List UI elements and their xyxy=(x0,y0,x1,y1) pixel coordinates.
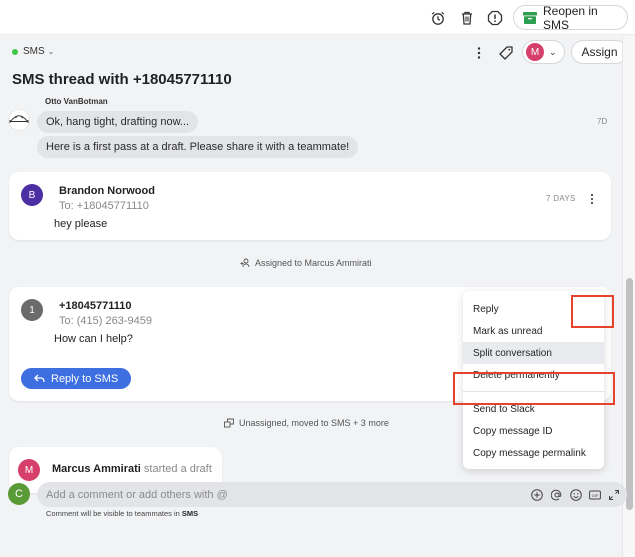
sender-avatar: B xyxy=(21,184,43,206)
scrollbar-track[interactable] xyxy=(622,36,635,557)
reopen-button[interactable]: Reopen in SMS xyxy=(513,3,628,32)
sender-avatar: 1 xyxy=(21,299,43,321)
message-body: hey please xyxy=(54,218,108,230)
page-title: SMS thread with +18045771110 xyxy=(12,71,232,88)
reply-label: Reply to SMS xyxy=(51,372,119,385)
menu-item-mark-unread[interactable]: Mark as unread xyxy=(463,320,604,342)
menu-item-split-conversation[interactable]: Split conversation xyxy=(463,342,604,364)
event-text: Assigned to Marcus Ammirati xyxy=(255,258,372,268)
status-event: Unassigned, moved to SMS + 3 more xyxy=(224,418,389,428)
composer-visibility-note: Comment will be visible to teammates in … xyxy=(46,509,198,518)
bot-avatar-icon xyxy=(8,109,30,131)
gif-button[interactable]: GIF xyxy=(588,488,601,501)
add-icon xyxy=(530,488,543,501)
note-channel: SMS xyxy=(181,509,199,518)
message-body: How can I help? xyxy=(54,333,133,345)
channel-selector[interactable]: SMS ⌄ xyxy=(12,46,54,57)
mention-icon xyxy=(550,489,561,500)
delete-button[interactable] xyxy=(456,7,478,29)
more-options-button[interactable] xyxy=(468,42,490,64)
add-attachment-button[interactable] xyxy=(530,488,543,501)
message-context-menu: Reply Mark as unread Split conversation … xyxy=(463,291,604,469)
note-text: Comment will be visible to teammates in xyxy=(46,509,180,518)
menu-item-reply[interactable]: Reply xyxy=(463,298,604,320)
tag-icon xyxy=(499,46,513,60)
bot-message-bubble: Here is a first pass at a draft. Please … xyxy=(37,136,359,158)
trash-icon xyxy=(462,11,472,25)
expand-icon xyxy=(608,489,619,500)
emoji-button[interactable] xyxy=(569,488,582,501)
move-icon xyxy=(224,418,234,428)
chevron-down-icon: ⌄ xyxy=(549,46,557,57)
expand-composer-button[interactable] xyxy=(607,488,620,501)
reopen-label: Reopen in SMS xyxy=(543,3,598,32)
bot-message-time: 7D xyxy=(597,117,608,126)
menu-divider xyxy=(463,391,604,392)
event-text: Unassigned, moved to SMS + 3 more xyxy=(239,418,389,428)
reply-to-sms-button[interactable]: Reply to SMS xyxy=(21,368,131,389)
spam-alert-icon xyxy=(487,10,503,26)
sender-name: +18045771110 xyxy=(59,300,132,312)
draft-text: Marcus Ammirati started a draft xyxy=(52,463,212,475)
channel-name: SMS xyxy=(23,46,45,57)
assignment-event: Assigned to Marcus Ammirati xyxy=(240,258,372,268)
svg-text:GIF: GIF xyxy=(591,492,598,497)
comment-input[interactable] xyxy=(46,482,516,507)
assignee-dropdown[interactable]: M ⌄ xyxy=(522,40,565,64)
bot-message-bubble: Ok, hang tight, drafting now... xyxy=(37,111,199,133)
menu-item-send-to-slack[interactable]: Send to Slack xyxy=(463,398,604,420)
emoji-icon xyxy=(569,488,582,501)
menu-item-delete-permanently[interactable]: Delete permanently xyxy=(463,364,604,386)
bot-sender-name: Otto VanBotman xyxy=(45,97,108,106)
menu-item-copy-message-id[interactable]: Copy message ID xyxy=(463,420,604,442)
drafter-name: Marcus Ammirati xyxy=(52,463,141,475)
channel-status-dot xyxy=(12,48,18,55)
message-time: 7 DAYS xyxy=(546,194,576,203)
reply-arrow-icon xyxy=(34,374,45,383)
kebab-menu-icon xyxy=(590,194,594,204)
alarm-clock-icon xyxy=(431,11,445,25)
menu-item-copy-permalink[interactable]: Copy message permalink xyxy=(463,442,604,464)
draft-action: started a draft xyxy=(143,463,212,475)
snooze-button[interactable] xyxy=(427,7,449,29)
assign-button[interactable]: Assign xyxy=(571,40,628,64)
inbox-icon xyxy=(523,11,537,24)
sender-name: Brandon Norwood xyxy=(59,185,155,197)
chevron-down-icon: ⌄ xyxy=(47,47,55,56)
top-toolbar: Reopen in SMS xyxy=(0,0,635,35)
assignee-avatar: M xyxy=(526,43,544,61)
mention-button[interactable] xyxy=(550,488,563,501)
message-card[interactable]: B Brandon Norwood To: +18045771110 hey p… xyxy=(9,172,611,240)
recipient: To: (415) 263-9459 xyxy=(59,315,152,327)
comment-composer: GIF xyxy=(37,482,627,507)
drafter-avatar: M xyxy=(18,459,40,481)
gif-icon: GIF xyxy=(588,490,601,499)
spam-button[interactable] xyxy=(484,7,506,29)
kebab-menu-icon xyxy=(477,47,481,59)
current-user-avatar: C xyxy=(8,483,30,505)
scrollbar-thumb[interactable] xyxy=(626,278,633,510)
assign-icon xyxy=(240,258,250,268)
recipient: To: +18045771110 xyxy=(59,200,149,212)
message-more-button[interactable] xyxy=(581,188,603,210)
tag-button[interactable] xyxy=(495,42,517,64)
